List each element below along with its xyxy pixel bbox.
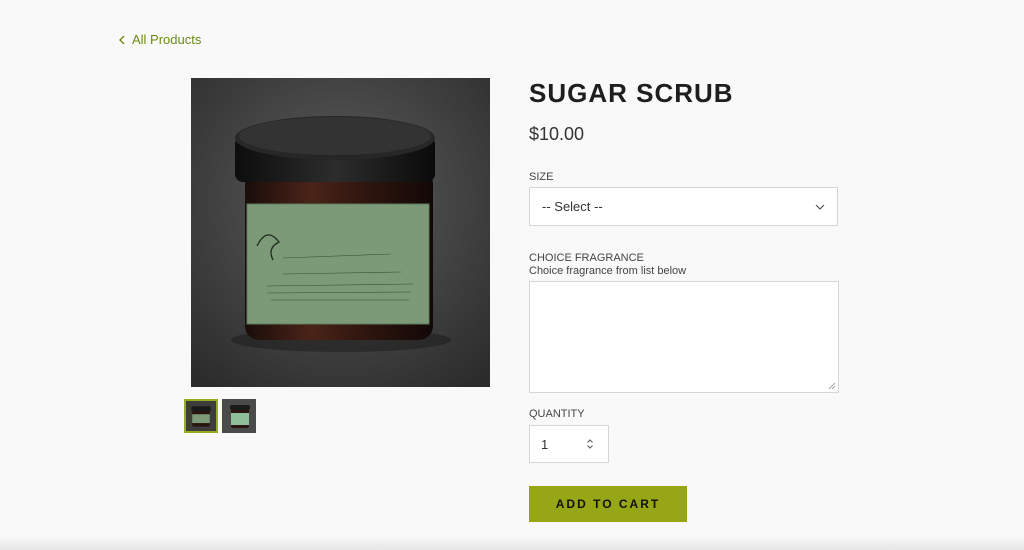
quantity-label: QUANTITY [529, 408, 585, 420]
resize-grip-icon[interactable] [828, 382, 836, 390]
thumbnail-jar-side[interactable] [222, 399, 256, 433]
size-label: SIZE [529, 171, 554, 183]
product-thumbnails [184, 399, 256, 433]
quantity-value: 1 [541, 436, 549, 452]
back-to-all-products-link[interactable]: All Products [118, 32, 201, 47]
quantity-spinner[interactable] [586, 438, 594, 450]
product-price: $10.00 [529, 124, 585, 144]
size-select[interactable]: -- Select -- [529, 187, 838, 226]
fragrance-help-text: Choice fragrance from list below [529, 265, 687, 277]
chevron-left-icon [119, 35, 125, 44]
chevron-down-icon [815, 204, 825, 210]
back-link-label: All Products [132, 32, 202, 47]
thumbnail-jar-front[interactable] [184, 399, 218, 433]
fragrance-label: CHOICE FRAGRANCE [529, 252, 644, 264]
product-main-image[interactable] [191, 78, 490, 387]
size-select-value: -- Select -- [542, 199, 603, 214]
add-to-cart-button[interactable]: ADD TO CART [529, 486, 687, 522]
product-title: SUGAR SCRUB [529, 78, 734, 108]
spinner-arrows-icon[interactable] [586, 438, 594, 450]
quantity-stepper[interactable]: 1 [529, 425, 609, 463]
fragrance-textarea[interactable] [529, 281, 839, 393]
bottom-shadow [0, 536, 1024, 550]
